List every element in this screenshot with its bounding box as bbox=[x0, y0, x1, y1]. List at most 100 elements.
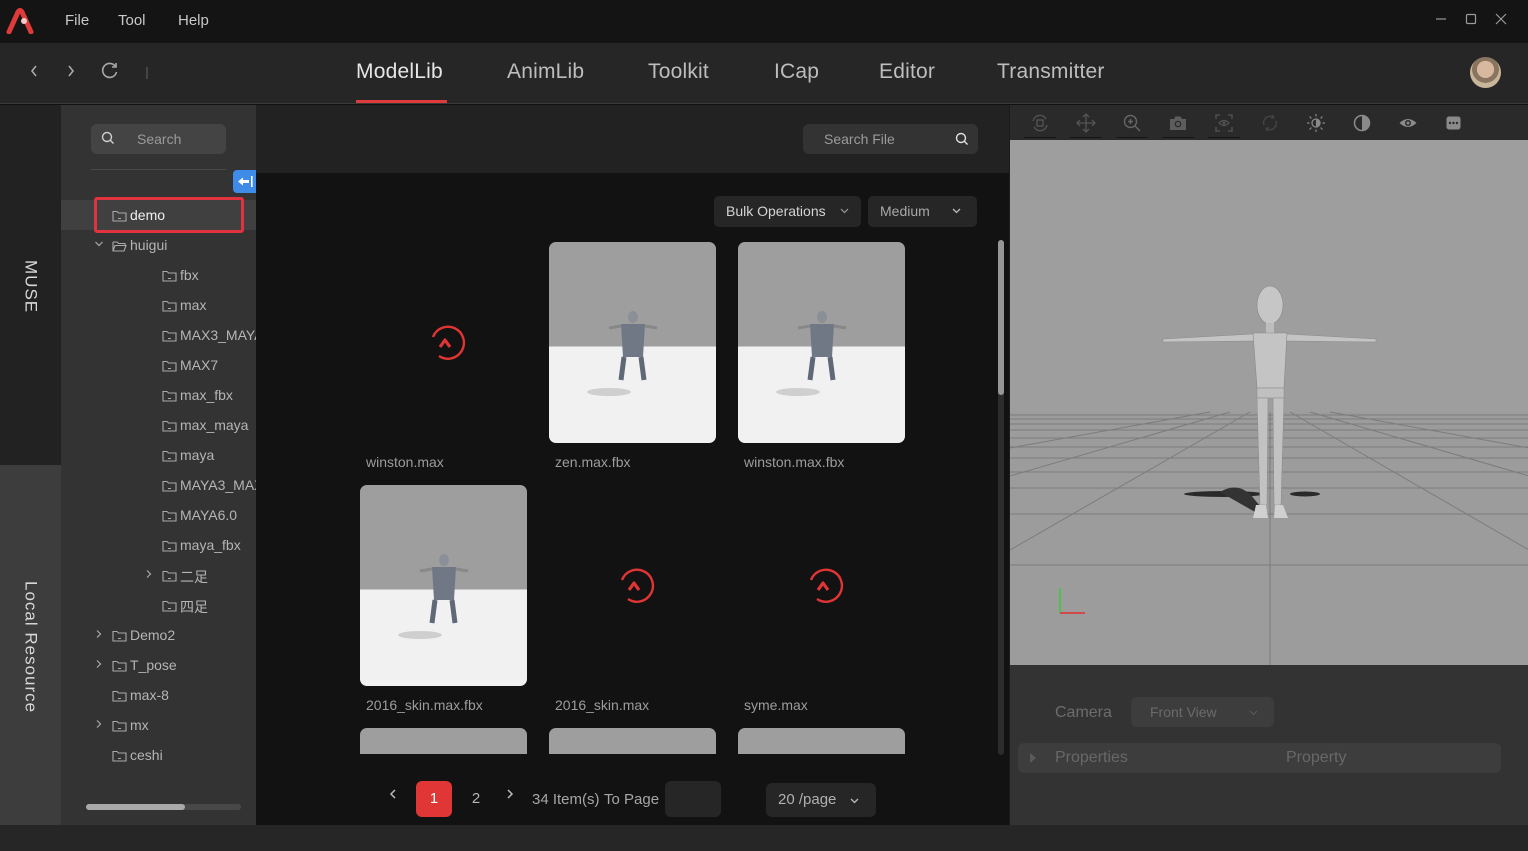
zoom-in-button[interactable] bbox=[1116, 111, 1148, 138]
minimize-button[interactable] bbox=[1431, 10, 1451, 32]
tree-item[interactable]: max-8 bbox=[61, 680, 256, 710]
tree-item[interactable]: 二足 bbox=[61, 560, 256, 590]
tree-item[interactable]: max_maya bbox=[61, 410, 256, 440]
chevron-down-icon[interactable] bbox=[94, 238, 104, 250]
model-figure bbox=[776, 311, 847, 396]
tree-search-placeholder: Search bbox=[137, 131, 182, 147]
refresh-button[interactable] bbox=[99, 61, 121, 83]
menu-help[interactable]: Help bbox=[178, 12, 209, 29]
to-page-label: To Page bbox=[604, 791, 660, 808]
tree-item[interactable]: max bbox=[61, 290, 256, 320]
viewer-toolbar bbox=[1010, 105, 1528, 140]
forward-button[interactable] bbox=[60, 61, 82, 83]
folder-icon bbox=[162, 269, 177, 282]
content-scroll-thumb[interactable] bbox=[998, 240, 1004, 395]
3d-viewport[interactable] bbox=[1010, 140, 1528, 665]
folder-icon bbox=[162, 449, 177, 462]
tree-item[interactable]: huigui bbox=[61, 230, 256, 260]
tree-scroll-thumb[interactable] bbox=[86, 804, 186, 810]
visibility-button[interactable] bbox=[1394, 111, 1422, 135]
tree-item-label: fbx bbox=[180, 267, 199, 283]
tree-item[interactable]: MAYA6.0 bbox=[61, 500, 256, 530]
close-button[interactable] bbox=[1491, 10, 1511, 32]
tree-horizontal-scrollbar[interactable] bbox=[86, 804, 241, 810]
page-size-select[interactable]: 20 /page bbox=[766, 783, 876, 817]
tab-animlib[interactable]: AnimLib bbox=[507, 60, 584, 84]
close-icon bbox=[1495, 13, 1507, 25]
model-thumbnail bbox=[360, 728, 527, 754]
chevron-right-icon[interactable] bbox=[144, 568, 154, 580]
screenshot-button[interactable] bbox=[1162, 111, 1194, 138]
page-1-button[interactable]: 1 bbox=[416, 781, 452, 817]
content-scrollbar[interactable] bbox=[998, 240, 1004, 755]
folder-icon bbox=[162, 419, 177, 432]
tab-toolkit[interactable]: Toolkit bbox=[648, 60, 709, 84]
tree-item[interactable]: demo bbox=[61, 200, 256, 230]
chevron-right-icon bbox=[68, 65, 75, 77]
brightness-icon bbox=[1307, 114, 1325, 132]
side-tab-muse[interactable]: MUSE bbox=[0, 105, 61, 465]
chevron-right-icon[interactable] bbox=[94, 658, 104, 670]
rotate-button[interactable] bbox=[1256, 111, 1284, 135]
tree-item[interactable]: mx bbox=[61, 710, 256, 740]
next-page-button[interactable] bbox=[502, 785, 518, 807]
chevron-right-icon[interactable] bbox=[94, 718, 104, 730]
tree-item[interactable]: max_fbx bbox=[61, 380, 256, 410]
tab-editor[interactable]: Editor bbox=[879, 60, 935, 84]
tree-item[interactable]: MAX3_MAYA bbox=[61, 320, 256, 350]
folder-icon bbox=[112, 659, 127, 672]
tree-item-label: 四足 bbox=[180, 599, 208, 615]
user-avatar[interactable] bbox=[1470, 57, 1501, 88]
properties-section[interactable]: Properties Property bbox=[1018, 743, 1501, 773]
tree-item-label: MAX3_MAYA bbox=[180, 327, 256, 343]
tree-search-input[interactable]: Search bbox=[91, 124, 226, 154]
tab-modellib[interactable]: ModelLib bbox=[356, 60, 443, 84]
tree-item[interactable]: T_pose bbox=[61, 650, 256, 680]
tree-item[interactable]: MAYA3_MAX bbox=[61, 470, 256, 500]
side-tab-local-resource[interactable]: Local Resource bbox=[0, 465, 61, 825]
tree-item[interactable]: ceshi bbox=[61, 740, 256, 770]
tree-item[interactable]: MAX7 bbox=[61, 350, 256, 380]
collapse-tree-button[interactable] bbox=[233, 170, 256, 193]
focus-button[interactable] bbox=[1208, 111, 1240, 138]
reset-view-button[interactable] bbox=[1024, 111, 1056, 138]
search-file-input[interactable]: Search File bbox=[803, 124, 978, 154]
page-2-button[interactable]: 2 bbox=[458, 781, 494, 817]
tree-item[interactable]: Demo2 bbox=[61, 620, 256, 650]
camera-view-select[interactable]: Front View bbox=[1131, 697, 1274, 727]
maximize-button[interactable] bbox=[1461, 10, 1481, 32]
loading-spinner-icon bbox=[809, 568, 844, 603]
bulk-operations-dropdown[interactable]: Bulk Operations bbox=[714, 196, 861, 227]
prev-page-button[interactable] bbox=[385, 785, 401, 807]
thumbnail-size-select[interactable]: Medium bbox=[868, 196, 977, 227]
contrast-button[interactable] bbox=[1348, 111, 1376, 135]
back-button[interactable] bbox=[23, 61, 45, 83]
folder-icon bbox=[112, 689, 127, 702]
chevron-right-icon[interactable] bbox=[94, 628, 104, 640]
folder-open-icon bbox=[112, 239, 127, 252]
tree-item-label: T_pose bbox=[130, 657, 177, 673]
loading-spinner-icon bbox=[431, 325, 466, 360]
tree-item[interactable]: fbx bbox=[61, 260, 256, 290]
tab-icap[interactable]: ICap bbox=[774, 60, 819, 84]
lighting-button[interactable] bbox=[1302, 111, 1330, 135]
search-icon bbox=[955, 132, 968, 145]
tab-transmitter[interactable]: Transmitter bbox=[997, 60, 1105, 84]
tree-item[interactable]: maya_fbx bbox=[61, 530, 256, 560]
tree-item[interactable]: 四足 bbox=[61, 590, 256, 620]
move-button[interactable] bbox=[1070, 111, 1102, 138]
menu-tool[interactable]: Tool bbox=[118, 12, 146, 29]
folder-icon bbox=[162, 479, 177, 492]
total-items-text: 34 Item(s) bbox=[532, 791, 600, 808]
tree-item-label: mx bbox=[130, 717, 149, 733]
to-page-input[interactable] bbox=[665, 781, 721, 817]
tree-item-label: huigui bbox=[130, 237, 168, 253]
chevron-down-icon bbox=[850, 798, 859, 804]
menu-file[interactable]: File bbox=[65, 12, 89, 29]
move-icon bbox=[1076, 113, 1096, 133]
tree-item-label: maya bbox=[180, 447, 215, 463]
more-button[interactable] bbox=[1440, 111, 1468, 135]
tree-item[interactable]: maya bbox=[61, 440, 256, 470]
thumbnail-size-value: Medium bbox=[880, 203, 930, 219]
search-file-placeholder: Search File bbox=[824, 131, 895, 147]
